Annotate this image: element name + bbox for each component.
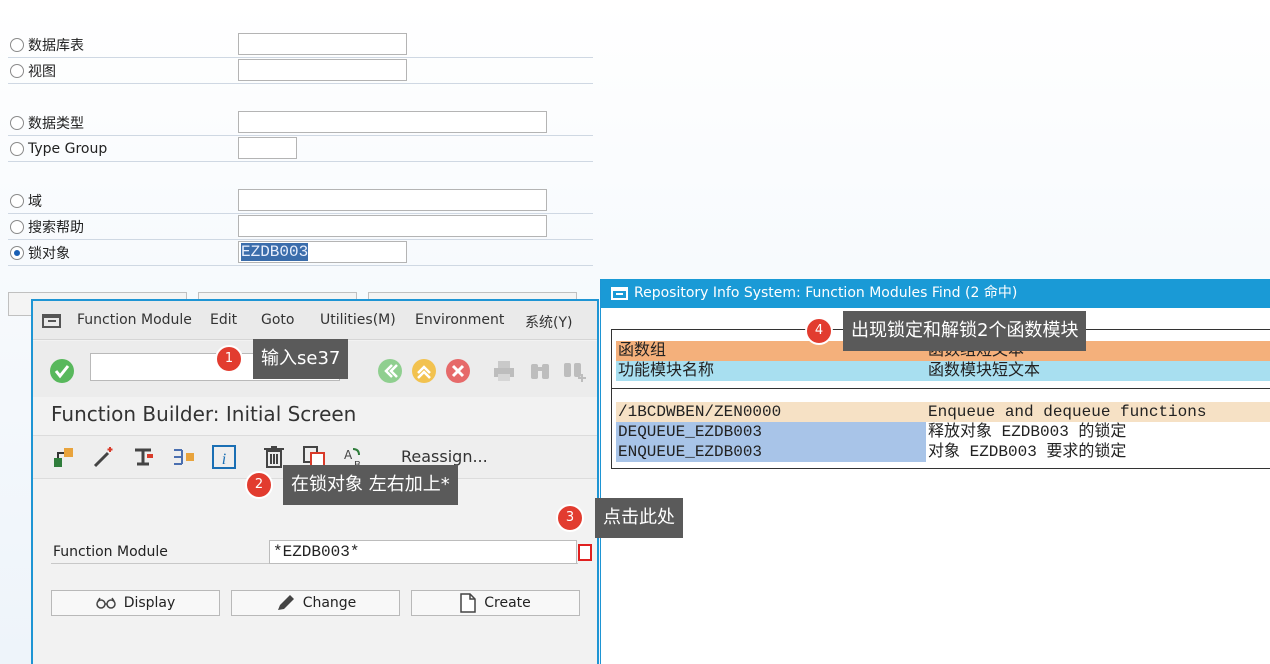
new-document-icon (460, 593, 476, 613)
step-badge-4: 4 (805, 317, 833, 345)
find-icon[interactable] (527, 358, 553, 384)
change-button[interactable]: Change (231, 590, 400, 616)
f4-help-button[interactable] (578, 544, 592, 561)
sap-menu-icon[interactable] (611, 287, 629, 300)
function-module-input[interactable]: *EZDB003* (269, 540, 577, 564)
create-label: Create (484, 595, 531, 611)
where-used-icon[interactable] (131, 444, 157, 470)
find-next-icon[interactable] (561, 358, 587, 384)
display-label: Display (123, 595, 176, 611)
domain-input[interactable] (238, 189, 547, 211)
magic-wand-icon[interactable] (91, 444, 117, 470)
back-icon[interactable] (377, 358, 403, 384)
svg-text:i: i (222, 451, 226, 468)
menu-utilities[interactable]: Utilities(M) (320, 312, 396, 328)
header-separator (612, 388, 1270, 389)
exit-icon[interactable] (411, 358, 437, 384)
callout-step-4: 出现锁定和解锁2个函数模块 (843, 311, 1087, 351)
view-input[interactable] (238, 59, 407, 81)
data-type-input[interactable] (238, 111, 547, 133)
print-icon[interactable] (491, 358, 517, 384)
table-row[interactable]: ENQUEUE_EZDB003 对象 EZDB003 要求的锁定 (616, 442, 1270, 462)
pencil-icon (277, 595, 294, 610)
option-label: 域 (28, 194, 42, 210)
function-module-name[interactable]: ENQUEUE_EZDB003 (618, 442, 762, 462)
option-label: Type Group (28, 141, 108, 157)
function-module-name[interactable]: DEQUEUE_EZDB003 (618, 422, 762, 442)
step-badge-2: 2 (245, 471, 273, 499)
db-table-input[interactable] (238, 33, 407, 55)
callout-step-3: 点击此处 (595, 498, 683, 538)
window-title: Repository Info System: Function Modules… (634, 285, 1018, 301)
enter-check-icon[interactable] (49, 358, 75, 384)
header-function-module-name: 功能模块名称 (618, 362, 715, 380)
radio-db-table[interactable] (10, 38, 24, 52)
menu-edit[interactable]: Edit (210, 312, 237, 328)
option-label: 数据库表 (28, 38, 84, 54)
menu-system[interactable]: 系统(Y) (525, 312, 572, 332)
svg-text:A: A (344, 448, 353, 462)
menu-goto[interactable]: Goto (261, 312, 294, 328)
display-button[interactable]: Display (51, 590, 220, 616)
window-title-bar: Repository Info System: Function Modules… (601, 279, 1270, 308)
header-function-module-text: 函数模块短文本 (928, 362, 1041, 380)
page-title: Function Builder: Initial Screen (51, 402, 357, 426)
group-row-name[interactable]: /1BCDWBEN/ZEN0000 (618, 402, 781, 422)
option-label: 搜索帮助 (28, 220, 84, 236)
radio-view[interactable] (10, 64, 24, 78)
callout-step-1: 输入se37 (253, 339, 349, 379)
option-label: 锁对象 (28, 246, 70, 262)
radio-search-help[interactable] (10, 220, 24, 234)
step-badge-3: 3 (556, 504, 584, 532)
menu-bar: Function Module Edit Goto Utilities(M) E… (33, 301, 597, 340)
callout-step-2: 在锁对象 左右加上* (283, 465, 458, 505)
function-module-desc: 对象 EZDB003 要求的锁定 (928, 443, 1127, 461)
cancel-icon[interactable] (445, 358, 471, 384)
step-badge-1: 1 (215, 345, 243, 373)
function-module-label: Function Module (53, 544, 168, 560)
group-row-desc: Enqueue and dequeue functions (928, 403, 1207, 421)
header-function-group: 函数组 (618, 342, 667, 360)
create-button[interactable]: Create (411, 590, 580, 616)
results-area: 函数组 函数组短文本 功能模块名称 函数模块短文本 /1BCDWBEN/ZEN0… (601, 308, 1270, 664)
function-module-desc: 释放对象 EZDB003 的锁定 (928, 423, 1127, 441)
option-type-group[interactable]: Type Group (8, 137, 593, 162)
radio-type-group[interactable] (10, 142, 24, 156)
menu-function-module[interactable]: Function Module (77, 312, 192, 328)
structure-icon[interactable] (171, 444, 197, 470)
table-row[interactable]: DEQUEUE_EZDB003 释放对象 EZDB003 的锁定 (616, 422, 1270, 442)
hierarchy-icon[interactable] (51, 444, 77, 470)
radio-data-type[interactable] (10, 116, 24, 130)
change-label: Change (302, 595, 357, 611)
reassign-button[interactable]: Reassign... (401, 447, 488, 466)
search-help-input[interactable] (238, 215, 547, 237)
option-label: 数据类型 (28, 116, 84, 132)
lock-object-value: EZDB003 (241, 243, 309, 261)
lock-object-input[interactable]: EZDB003 (238, 241, 407, 263)
type-group-input[interactable] (238, 137, 297, 159)
option-label: 视图 (28, 64, 56, 80)
glasses-icon (95, 597, 116, 609)
menu-environment[interactable]: Environment (415, 312, 504, 328)
sap-menu-icon[interactable] (42, 314, 62, 328)
radio-lock-object[interactable] (10, 246, 24, 260)
info-icon[interactable]: i (211, 444, 237, 470)
radio-domain[interactable] (10, 194, 24, 208)
